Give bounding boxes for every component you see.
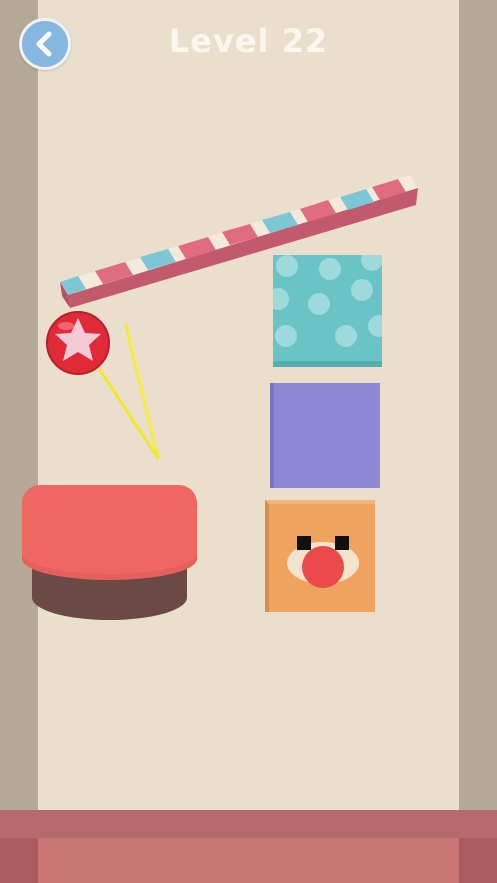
red-cup-target	[22, 485, 197, 625]
dot	[273, 288, 289, 310]
clown-eye-right	[335, 536, 349, 550]
dot	[335, 325, 357, 347]
clown-eye-left	[297, 536, 311, 550]
cup-top	[22, 485, 197, 580]
game-scene[interactable]	[0, 0, 497, 883]
dot	[275, 325, 297, 347]
dot	[308, 293, 330, 315]
dot	[319, 258, 341, 280]
clown-nose	[302, 546, 344, 588]
dot	[351, 279, 373, 301]
purple-cube	[270, 383, 380, 488]
dot	[361, 255, 382, 271]
dot	[368, 315, 382, 337]
teal-polka-dot-cube	[273, 255, 382, 367]
orange-clown-cube	[265, 500, 375, 612]
red-star-ball	[46, 311, 110, 375]
dot	[276, 255, 298, 277]
